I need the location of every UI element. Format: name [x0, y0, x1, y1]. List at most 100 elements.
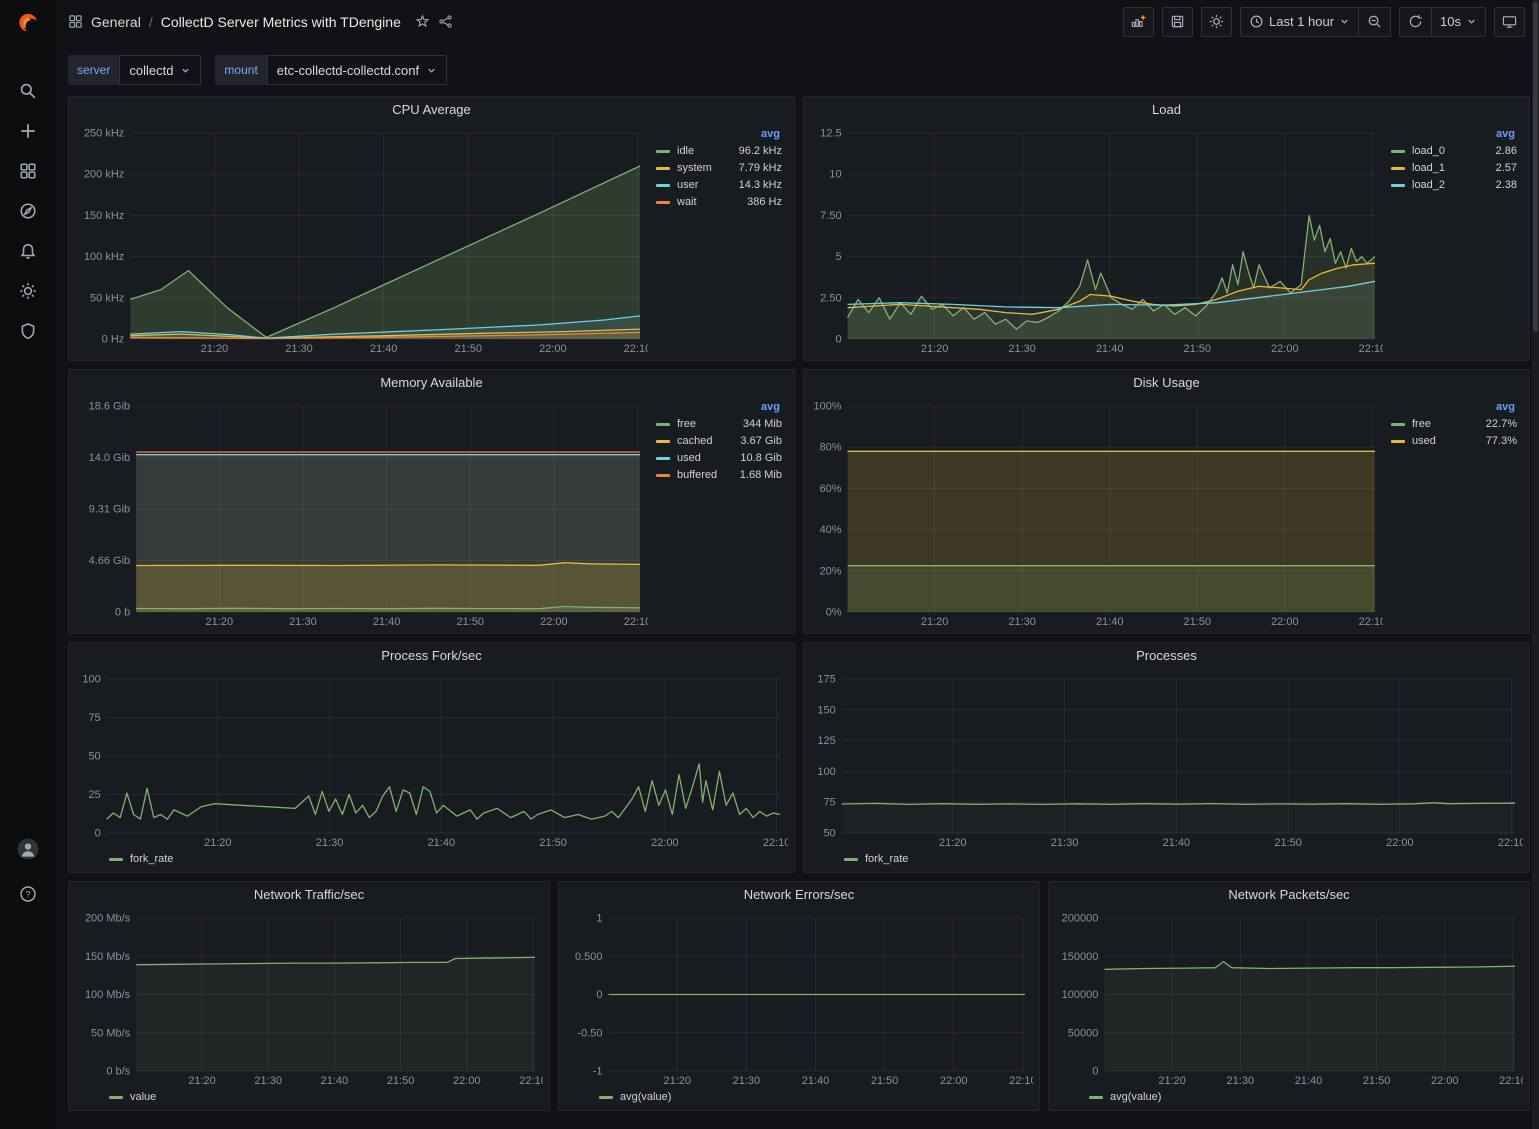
panel-network-traffic: Network Traffic/sec 0 b/s50 Mb/s100 Mb/s…	[68, 881, 550, 1111]
svg-text:60%: 60%	[820, 483, 842, 495]
svg-text:21:20: 21:20	[921, 616, 949, 628]
time-range-picker[interactable]: Last 1 hour	[1241, 8, 1358, 36]
legend-item[interactable]: value	[109, 1091, 156, 1103]
svg-text:100 kHz: 100 kHz	[84, 251, 124, 263]
svg-text:21:40: 21:40	[370, 343, 398, 355]
grafana-logo[interactable]	[0, 0, 56, 44]
legend-label: load_1	[1412, 162, 1445, 174]
legend-item[interactable]: free344 Mib	[656, 418, 782, 430]
configuration-gear-icon	[19, 282, 37, 300]
chart-network-errors[interactable]: -1-0.5000.500121:2021:3021:4021:5022:002…	[565, 908, 1033, 1089]
save-dashboard-button[interactable]	[1162, 7, 1193, 37]
add-panel-icon	[1131, 14, 1146, 29]
svg-text:21:50: 21:50	[871, 1075, 899, 1087]
legend-item[interactable]: avg(value)	[1089, 1091, 1161, 1103]
chart-disk-usage[interactable]: 0%20%40%60%80%100%21:2021:3021:4021:5022…	[810, 396, 1383, 630]
sidebar-item-create[interactable]	[19, 122, 37, 140]
refresh-controls: 10s	[1399, 7, 1486, 37]
legend-item[interactable]: buffered1.68 Mib	[656, 469, 782, 481]
panel-title[interactable]: Network Packets/sec	[1049, 882, 1529, 906]
admin-shield-icon	[19, 322, 37, 340]
sidebar-item-alerting[interactable]	[19, 242, 37, 260]
variable-mount-value[interactable]: etc-collectd-collectd.conf	[267, 55, 447, 85]
sidebar-item-profile[interactable]	[17, 838, 39, 863]
sidebar-item-configuration[interactable]	[19, 282, 37, 300]
svg-text:12.5: 12.5	[820, 128, 841, 140]
svg-text:21:30: 21:30	[254, 1075, 282, 1087]
variable-server-value[interactable]: collectd	[119, 55, 201, 85]
refresh-interval-picker[interactable]: 10s	[1431, 8, 1485, 36]
legend-item[interactable]: used10.8 Gib	[656, 452, 782, 464]
cycle-view-mode-button[interactable]	[1494, 7, 1525, 37]
zoom-out-button[interactable]	[1358, 8, 1390, 36]
chart-load[interactable]: 02.5057.501012.521:2021:3021:4021:5022:0…	[810, 123, 1383, 357]
svg-text:21:30: 21:30	[285, 343, 313, 355]
legend-item[interactable]: load_12.57	[1391, 162, 1517, 174]
panel-title[interactable]: Processes	[804, 643, 1529, 667]
chart-process-fork[interactable]: 025507510021:2021:3021:4021:5022:0022:10	[75, 669, 788, 851]
legend-item[interactable]: free22.7%	[1391, 418, 1517, 430]
scrollbar[interactable]	[1532, 0, 1539, 1129]
chart-cpu-average[interactable]: 0 Hz50 kHz100 kHz150 kHz200 kHz250 kHz21…	[75, 123, 648, 357]
legend-swatch	[656, 150, 670, 153]
sidebar-item-dashboards[interactable]	[19, 162, 37, 180]
legend-item[interactable]: load_02.86	[1391, 145, 1517, 157]
panel-title[interactable]: Network Errors/sec	[559, 882, 1039, 906]
refresh-button[interactable]	[1400, 8, 1431, 36]
add-panel-button[interactable]	[1123, 7, 1154, 37]
sidebar-item-server-admin[interactable]	[19, 322, 37, 340]
panel-title[interactable]: Disk Usage	[804, 370, 1529, 394]
dashboard-settings-button[interactable]	[1201, 7, 1232, 37]
panel-title[interactable]: Network Traffic/sec	[69, 882, 549, 906]
refresh-icon	[1408, 14, 1423, 29]
svg-text:21:30: 21:30	[1008, 616, 1036, 628]
legend-item[interactable]: idle96.2 kHz	[656, 145, 782, 157]
legend-item[interactable]: load_22.38	[1391, 179, 1517, 191]
legend-label: fork_rate	[130, 853, 173, 865]
breadcrumb-section[interactable]: General	[91, 14, 141, 30]
panel-title[interactable]: Load	[804, 97, 1529, 121]
panel-network-errors: Network Errors/sec -1-0.5000.500121:2021…	[558, 881, 1040, 1111]
legend-item[interactable]: cached3.67 Gib	[656, 435, 782, 447]
panel-process-fork: Process Fork/sec 025507510021:2021:3021:…	[68, 642, 795, 873]
svg-text:21:50: 21:50	[1184, 616, 1212, 628]
legend-item[interactable]: used77.3%	[1391, 435, 1517, 447]
legend-label: used	[1412, 435, 1436, 447]
sidebar-item-help[interactable]: ?	[19, 885, 37, 903]
legend-item[interactable]: fork_rate	[844, 853, 908, 865]
legend-item[interactable]: system7.79 kHz	[656, 162, 782, 174]
svg-text:0.500: 0.500	[575, 951, 603, 963]
svg-text:21:20: 21:20	[206, 616, 234, 628]
svg-text:22:10: 22:10	[1009, 1075, 1033, 1087]
svg-text:22:00: 22:00	[940, 1075, 968, 1087]
sidebar-item-search[interactable]	[19, 82, 37, 100]
scrollbar-thumb[interactable]	[1533, 2, 1538, 332]
chart-processes[interactable]: 507510012515017521:2021:3021:4021:5022:0…	[810, 669, 1523, 851]
svg-text:50 kHz: 50 kHz	[90, 292, 124, 304]
legend-value: 7.79 kHz	[739, 162, 782, 174]
legend-item[interactable]: user14.3 kHz	[656, 179, 782, 191]
star-icon[interactable]	[415, 14, 430, 29]
svg-text:22:00: 22:00	[1271, 616, 1299, 628]
panel-title[interactable]: Memory Available	[69, 370, 794, 394]
svg-text:21:50: 21:50	[1363, 1075, 1391, 1087]
variable-server[interactable]: server collectd	[68, 55, 201, 85]
panel-title[interactable]: Process Fork/sec	[69, 643, 794, 667]
chart-memory-available[interactable]: 0 b4.66 Gib9.31 Gib14.0 Gib18.6 Gib21:20…	[75, 396, 648, 630]
legend-item[interactable]: fork_rate	[109, 853, 173, 865]
legend-memory-available: avgfree344 Mibcached3.67 Gibused10.8 Gib…	[648, 396, 788, 630]
chart-network-traffic[interactable]: 0 b/s50 Mb/s100 Mb/s150 Mb/s200 Mb/s21:2…	[75, 908, 543, 1089]
svg-text:22:00: 22:00	[651, 837, 679, 849]
sidebar-item-explore[interactable]	[19, 202, 37, 220]
share-icon[interactable]	[438, 14, 453, 29]
chart-network-packets[interactable]: 05000010000015000020000021:2021:3021:402…	[1055, 908, 1523, 1089]
svg-text:21:50: 21:50	[1274, 837, 1302, 849]
svg-text:40%: 40%	[820, 524, 842, 536]
legend-item[interactable]: wait386 Hz	[656, 196, 782, 208]
variable-mount[interactable]: mount etc-collectd-collectd.conf	[215, 55, 447, 85]
panel-title[interactable]: CPU Average	[69, 97, 794, 121]
legend-item[interactable]: avg(value)	[599, 1091, 671, 1103]
svg-text:22:10: 22:10	[624, 343, 648, 355]
refresh-interval-label: 10s	[1440, 14, 1461, 29]
zoom-out-icon	[1367, 14, 1382, 29]
